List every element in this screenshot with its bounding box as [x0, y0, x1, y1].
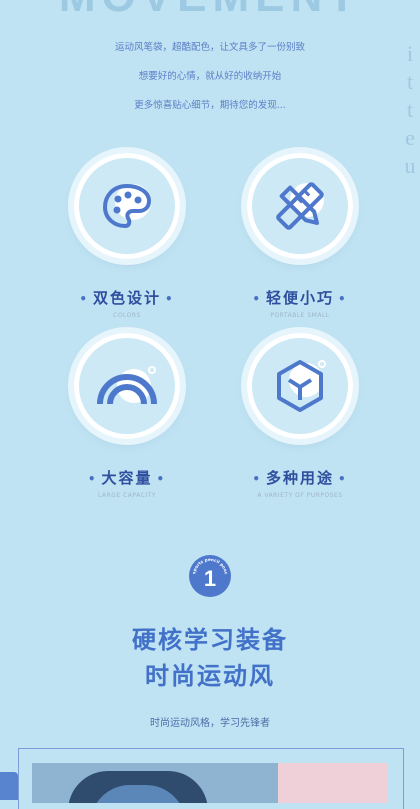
headline-line-1: 硬核学习装备 [132, 626, 288, 654]
feature-subtitle: PORTABLE SMALL [270, 312, 330, 319]
section-number-badge: sports pencil pouch 1 [189, 555, 231, 597]
cube-icon [277, 360, 326, 412]
intro-line-3: 更多惊喜贴心细节，期待您的发现... [134, 100, 286, 111]
feature-portable: • 轻便小巧 • PORTABLE SMALL [220, 153, 380, 319]
feature-purposes: • 多种用途 • A VARIETY OF PURPOSES [220, 333, 380, 499]
feature-title: • 双色设计 • [79, 289, 175, 307]
feature-title: • 多种用途 • [252, 469, 348, 487]
feature-subtitle: LARGE CAPACITY [98, 492, 156, 499]
badge-ring-text: sports pencil pouch [189, 555, 229, 575]
headline-line-2: 时尚运动风 [145, 662, 275, 690]
intro-text: 运动风笔袋，超酷配色，让文具多了一份别致 想要好的心情，就从好的收纳开始 更多惊… [0, 40, 420, 127]
feature-title: • 轻便小巧 • [252, 289, 348, 307]
left-color-tab [0, 772, 18, 800]
section-tagline: 时尚运动风格，学习先锋者 [150, 718, 270, 729]
ruler-pencil-icon [276, 182, 324, 230]
palette-icon [103, 184, 151, 228]
intro-line-2: 想要好的心情，就从好的收纳开始 [138, 71, 282, 82]
feature-circle [74, 153, 180, 259]
svg-text:sports pencil pouch: sports pencil pouch [189, 555, 229, 575]
photo-pink-area [278, 763, 388, 803]
intro-line-1: 运动风笔袋，超酷配色，让文具多了一份别致 [114, 42, 305, 53]
badge-ring-label: sports pencil pouch [189, 555, 229, 575]
background-word: MOVEMENT [0, 0, 420, 22]
feature-circle [74, 333, 180, 439]
side-letter: u [404, 153, 416, 178]
section-headline: 硬核学习装备 时尚运动风 [0, 622, 420, 694]
feature-subtitle: COLORS [113, 312, 141, 319]
feature-colors: • 双色设计 • COLORS [47, 153, 207, 319]
feature-circle [247, 153, 353, 259]
feature-circle [247, 333, 353, 439]
feature-title: • 大容量 • [87, 469, 167, 487]
product-photo [32, 763, 388, 803]
feature-capacity: • 大容量 • LARGE CAPACITY [47, 333, 207, 499]
feature-subtitle: A VARIETY OF PURPOSES [257, 492, 343, 499]
side-letter: e [405, 125, 415, 150]
rainbow-icon [97, 366, 157, 405]
